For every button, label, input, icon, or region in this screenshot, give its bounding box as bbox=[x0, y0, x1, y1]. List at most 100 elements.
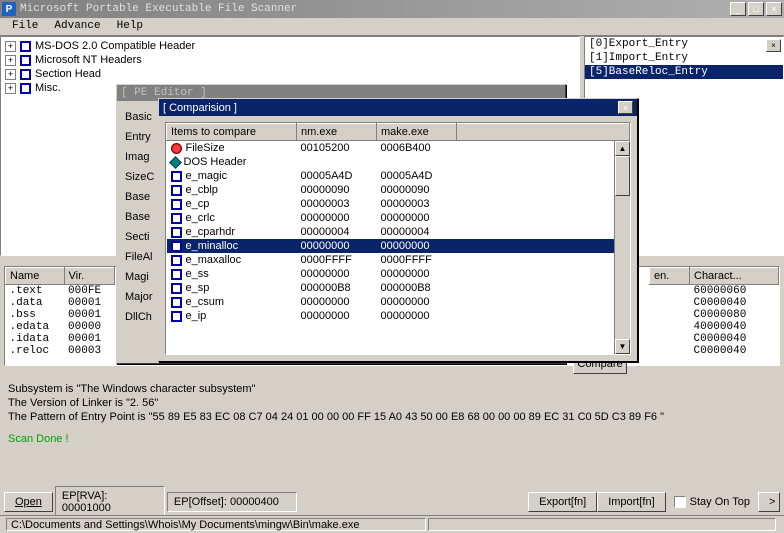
row-icon bbox=[171, 297, 182, 308]
close-button[interactable]: × bbox=[766, 2, 782, 16]
tree-node[interactable]: + Microsoft NT Headers bbox=[3, 53, 577, 67]
expand-icon[interactable]: + bbox=[5, 69, 16, 80]
info-subsystem: Subsystem is "The Windows character subs… bbox=[8, 382, 776, 396]
col-make[interactable]: make.exe bbox=[377, 124, 457, 141]
table-row[interactable]: 60000060 bbox=[650, 285, 779, 298]
table-row[interactable]: C0000040 bbox=[650, 333, 779, 345]
cell bbox=[650, 309, 690, 321]
list-item[interactable]: [1]Import_Entry bbox=[585, 51, 783, 65]
table-row[interactable]: e_sp 000000B8000000B8 bbox=[167, 281, 630, 295]
checkbox-icon[interactable] bbox=[20, 83, 31, 94]
row-val-b: 000000B8 bbox=[377, 281, 457, 295]
col-en[interactable]: en. bbox=[650, 268, 690, 285]
cell: 60000060 bbox=[690, 285, 779, 298]
stay-on-top-checkbox[interactable]: Stay On Top bbox=[674, 496, 750, 508]
col-vir[interactable]: Vir. bbox=[64, 268, 114, 285]
table-row[interactable]: .bss00001 bbox=[6, 309, 115, 321]
row-name: e_maxalloc bbox=[186, 254, 242, 266]
info-linker: The Version of Linker is "2. 56" bbox=[8, 396, 776, 410]
cell: .text bbox=[6, 285, 65, 298]
expand-icon[interactable]: + bbox=[5, 83, 16, 94]
row-icon bbox=[171, 213, 182, 224]
col-charact[interactable]: Charact... bbox=[690, 268, 779, 285]
table-row[interactable]: e_maxalloc0000FFFF0000FFFF bbox=[167, 253, 630, 267]
status-path: C:\Documents and Settings\Whois\My Docum… bbox=[6, 518, 426, 531]
table-row[interactable]: FileSize001052000006B400 bbox=[167, 141, 630, 156]
row-val-b: 00000003 bbox=[377, 197, 457, 211]
scrollbar[interactable]: ▲ ▼ bbox=[614, 141, 630, 354]
table-row[interactable]: e_magic00005A4D00005A4D bbox=[167, 169, 630, 183]
expand-icon[interactable]: + bbox=[5, 41, 16, 52]
checkbox-icon[interactable] bbox=[20, 41, 31, 52]
table-row[interactable]: .edata00000 bbox=[6, 321, 115, 333]
cell: .bss bbox=[6, 309, 65, 321]
table-row[interactable]: e_csum0000000000000000 bbox=[167, 295, 630, 309]
scroll-up-icon[interactable]: ▲ bbox=[615, 141, 630, 156]
table-row[interactable]: .data00001 bbox=[6, 297, 115, 309]
tree-node[interactable]: + MS-DOS 2.0 Compatible Header bbox=[3, 39, 577, 53]
maximize-button[interactable]: □ bbox=[748, 2, 764, 16]
col-items[interactable]: Items to compare bbox=[167, 124, 297, 141]
list-item[interactable]: [5]BaseReloc_Entry bbox=[585, 65, 783, 79]
list-close-button[interactable]: × bbox=[766, 39, 781, 52]
table-row[interactable]: e_crlc0000000000000000 bbox=[167, 211, 630, 225]
comparision-titlebar[interactable]: [ Comparision ] × bbox=[159, 99, 637, 116]
expand-icon[interactable]: + bbox=[5, 55, 16, 66]
cell: C0000080 bbox=[690, 309, 779, 321]
table-row[interactable]: e_minalloc0000000000000000 bbox=[167, 239, 630, 253]
menu-file[interactable]: File bbox=[4, 18, 46, 35]
col-name[interactable]: Name bbox=[6, 268, 65, 285]
col-nm[interactable]: nm.exe bbox=[297, 124, 377, 141]
comparision-close-button[interactable]: × bbox=[618, 101, 633, 114]
table-row[interactable]: e_cblp0000009000000090 bbox=[167, 183, 630, 197]
open-button[interactable]: Open bbox=[4, 492, 53, 512]
table-row[interactable]: C0000040 bbox=[650, 297, 779, 309]
checkbox-icon[interactable] bbox=[20, 69, 31, 80]
table-row[interactable]: 40000040 bbox=[650, 321, 779, 333]
table-row[interactable]: C0000040 bbox=[650, 345, 779, 357]
cell bbox=[650, 345, 690, 357]
col-blank bbox=[457, 124, 630, 141]
row-val-b: 00000090 bbox=[377, 183, 457, 197]
row-val-a: 00005A4D bbox=[297, 169, 377, 183]
tree-node[interactable]: + Section Head bbox=[3, 67, 577, 81]
row-icon bbox=[171, 171, 182, 182]
table-row[interactable]: .text000FE bbox=[6, 285, 115, 298]
scroll-thumb[interactable] bbox=[615, 156, 630, 196]
row-name: e_sp bbox=[186, 282, 210, 294]
table-row[interactable]: e_ip0000000000000000 bbox=[167, 309, 630, 323]
scroll-down-icon[interactable]: ▼ bbox=[615, 339, 630, 354]
row-val-a: 00000000 bbox=[297, 239, 377, 253]
tree-label: MS-DOS 2.0 Compatible Header bbox=[35, 40, 195, 52]
table-row[interactable]: e_cp0000000300000003 bbox=[167, 197, 630, 211]
row-name: e_csum bbox=[186, 296, 225, 308]
menu-advance[interactable]: Advance bbox=[46, 18, 108, 35]
cell bbox=[650, 321, 690, 333]
row-name: e_ss bbox=[186, 268, 209, 280]
window-title: Microsoft Portable Executable File Scann… bbox=[20, 3, 730, 15]
row-name: e_ip bbox=[186, 310, 207, 322]
app-icon: P bbox=[2, 2, 16, 16]
cell: 00000 bbox=[64, 321, 114, 333]
minimize-button[interactable]: _ bbox=[730, 2, 746, 16]
table-row[interactable]: C0000080 bbox=[650, 309, 779, 321]
menu-help[interactable]: Help bbox=[109, 18, 151, 35]
checkbox-icon[interactable] bbox=[20, 55, 31, 66]
export-fn-button[interactable]: Export[fn] bbox=[528, 492, 597, 512]
table-row[interactable]: .reloc00003 bbox=[6, 345, 115, 357]
import-fn-button[interactable]: Import[fn] bbox=[597, 492, 665, 512]
tree-label: Microsoft NT Headers bbox=[35, 54, 142, 66]
list-item[interactable]: [0]Export_Entry bbox=[585, 37, 783, 51]
row-val-b: 00005A4D bbox=[377, 169, 457, 183]
more-button[interactable]: > bbox=[758, 492, 780, 512]
table-row[interactable]: DOS Header bbox=[167, 155, 630, 169]
table-row[interactable]: .idata00001 bbox=[6, 333, 115, 345]
table-row[interactable]: e_ss0000000000000000 bbox=[167, 267, 630, 281]
tree-label: Section Head bbox=[35, 68, 101, 80]
table-row[interactable]: e_cparhdr0000000400000004 bbox=[167, 225, 630, 239]
cell: 40000040 bbox=[690, 321, 779, 333]
checkbox-icon[interactable] bbox=[674, 496, 686, 508]
cell: .reloc bbox=[6, 345, 65, 357]
bottom-toolbar: Open EP[RVA]: 00001000 EP[Offset]: 00000… bbox=[4, 491, 780, 513]
row-val-a: 000000B8 bbox=[297, 281, 377, 295]
